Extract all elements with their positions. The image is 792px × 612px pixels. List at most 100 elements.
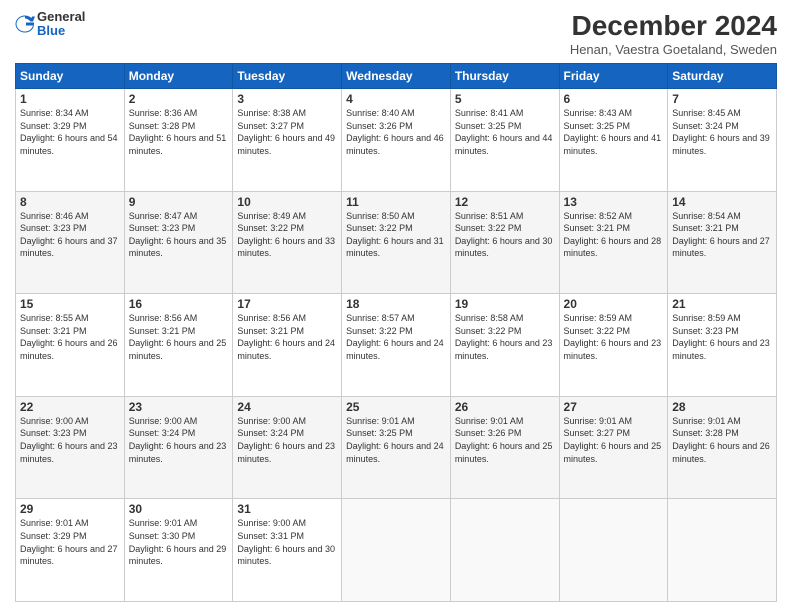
calendar-cell: 8Sunrise: 8:46 AMSunset: 3:23 PMDaylight… [16, 191, 125, 294]
day-info: Sunrise: 8:59 AMSunset: 3:22 PMDaylight:… [564, 312, 664, 362]
day-info: Sunrise: 8:41 AMSunset: 3:25 PMDaylight:… [455, 107, 555, 157]
day-number: 24 [237, 400, 337, 414]
calendar-cell: 31Sunrise: 9:00 AMSunset: 3:31 PMDayligh… [233, 499, 342, 602]
title-area: December 2024 Henan, Vaestra Goetaland, … [570, 10, 777, 57]
day-info: Sunrise: 9:00 AMSunset: 3:24 PMDaylight:… [129, 415, 229, 465]
calendar-cell: 20Sunrise: 8:59 AMSunset: 3:22 PMDayligh… [559, 294, 668, 397]
day-number: 2 [129, 92, 229, 106]
day-info: Sunrise: 8:40 AMSunset: 3:26 PMDaylight:… [346, 107, 446, 157]
calendar-cell: 18Sunrise: 8:57 AMSunset: 3:22 PMDayligh… [342, 294, 451, 397]
calendar-week-row: 29Sunrise: 9:01 AMSunset: 3:29 PMDayligh… [16, 499, 777, 602]
calendar-cell: 3Sunrise: 8:38 AMSunset: 3:27 PMDaylight… [233, 89, 342, 192]
calendar-cell [668, 499, 777, 602]
day-number: 6 [564, 92, 664, 106]
calendar-header-row: SundayMondayTuesdayWednesdayThursdayFrid… [16, 64, 777, 89]
logo: General Blue [15, 10, 85, 39]
day-info: Sunrise: 8:56 AMSunset: 3:21 PMDaylight:… [129, 312, 229, 362]
calendar-cell: 1Sunrise: 8:34 AMSunset: 3:29 PMDaylight… [16, 89, 125, 192]
calendar: SundayMondayTuesdayWednesdayThursdayFrid… [15, 63, 777, 602]
calendar-cell [450, 499, 559, 602]
calendar-cell: 25Sunrise: 9:01 AMSunset: 3:25 PMDayligh… [342, 396, 451, 499]
day-info: Sunrise: 8:47 AMSunset: 3:23 PMDaylight:… [129, 210, 229, 260]
day-number: 12 [455, 195, 555, 209]
day-number: 30 [129, 502, 229, 516]
day-number: 8 [20, 195, 120, 209]
calendar-cell: 17Sunrise: 8:56 AMSunset: 3:21 PMDayligh… [233, 294, 342, 397]
day-number: 21 [672, 297, 772, 311]
day-number: 23 [129, 400, 229, 414]
weekday-header-thursday: Thursday [450, 64, 559, 89]
header: General Blue December 2024 Henan, Vaestr… [15, 10, 777, 57]
calendar-cell: 23Sunrise: 9:00 AMSunset: 3:24 PMDayligh… [124, 396, 233, 499]
weekday-header-friday: Friday [559, 64, 668, 89]
calendar-cell: 5Sunrise: 8:41 AMSunset: 3:25 PMDaylight… [450, 89, 559, 192]
calendar-week-row: 1Sunrise: 8:34 AMSunset: 3:29 PMDaylight… [16, 89, 777, 192]
day-number: 19 [455, 297, 555, 311]
calendar-cell: 4Sunrise: 8:40 AMSunset: 3:26 PMDaylight… [342, 89, 451, 192]
calendar-cell: 29Sunrise: 9:01 AMSunset: 3:29 PMDayligh… [16, 499, 125, 602]
day-info: Sunrise: 8:56 AMSunset: 3:21 PMDaylight:… [237, 312, 337, 362]
day-number: 9 [129, 195, 229, 209]
day-info: Sunrise: 9:01 AMSunset: 3:27 PMDaylight:… [564, 415, 664, 465]
day-info: Sunrise: 8:54 AMSunset: 3:21 PMDaylight:… [672, 210, 772, 260]
calendar-cell: 6Sunrise: 8:43 AMSunset: 3:25 PMDaylight… [559, 89, 668, 192]
calendar-week-row: 8Sunrise: 8:46 AMSunset: 3:23 PMDaylight… [16, 191, 777, 294]
day-number: 11 [346, 195, 446, 209]
weekday-header-saturday: Saturday [668, 64, 777, 89]
day-info: Sunrise: 9:00 AMSunset: 3:31 PMDaylight:… [237, 517, 337, 567]
day-number: 10 [237, 195, 337, 209]
day-info: Sunrise: 8:52 AMSunset: 3:21 PMDaylight:… [564, 210, 664, 260]
calendar-cell: 26Sunrise: 9:01 AMSunset: 3:26 PMDayligh… [450, 396, 559, 499]
day-number: 16 [129, 297, 229, 311]
calendar-cell [559, 499, 668, 602]
day-info: Sunrise: 9:00 AMSunset: 3:23 PMDaylight:… [20, 415, 120, 465]
logo-icon [15, 14, 35, 34]
day-number: 26 [455, 400, 555, 414]
weekday-header-sunday: Sunday [16, 64, 125, 89]
logo-blue-text: Blue [37, 24, 85, 38]
day-info: Sunrise: 9:01 AMSunset: 3:28 PMDaylight:… [672, 415, 772, 465]
calendar-cell: 11Sunrise: 8:50 AMSunset: 3:22 PMDayligh… [342, 191, 451, 294]
calendar-week-row: 15Sunrise: 8:55 AMSunset: 3:21 PMDayligh… [16, 294, 777, 397]
day-info: Sunrise: 9:01 AMSunset: 3:26 PMDaylight:… [455, 415, 555, 465]
day-info: Sunrise: 8:45 AMSunset: 3:24 PMDaylight:… [672, 107, 772, 157]
day-info: Sunrise: 8:34 AMSunset: 3:29 PMDaylight:… [20, 107, 120, 157]
calendar-cell: 19Sunrise: 8:58 AMSunset: 3:22 PMDayligh… [450, 294, 559, 397]
day-info: Sunrise: 8:59 AMSunset: 3:23 PMDaylight:… [672, 312, 772, 362]
day-number: 20 [564, 297, 664, 311]
calendar-cell: 28Sunrise: 9:01 AMSunset: 3:28 PMDayligh… [668, 396, 777, 499]
day-number: 18 [346, 297, 446, 311]
day-info: Sunrise: 8:55 AMSunset: 3:21 PMDaylight:… [20, 312, 120, 362]
calendar-week-row: 22Sunrise: 9:00 AMSunset: 3:23 PMDayligh… [16, 396, 777, 499]
weekday-header-tuesday: Tuesday [233, 64, 342, 89]
page: General Blue December 2024 Henan, Vaestr… [0, 0, 792, 612]
day-number: 1 [20, 92, 120, 106]
day-info: Sunrise: 8:58 AMSunset: 3:22 PMDaylight:… [455, 312, 555, 362]
day-info: Sunrise: 8:36 AMSunset: 3:28 PMDaylight:… [129, 107, 229, 157]
calendar-cell: 7Sunrise: 8:45 AMSunset: 3:24 PMDaylight… [668, 89, 777, 192]
day-info: Sunrise: 9:01 AMSunset: 3:30 PMDaylight:… [129, 517, 229, 567]
calendar-cell: 13Sunrise: 8:52 AMSunset: 3:21 PMDayligh… [559, 191, 668, 294]
day-number: 15 [20, 297, 120, 311]
calendar-cell: 9Sunrise: 8:47 AMSunset: 3:23 PMDaylight… [124, 191, 233, 294]
calendar-cell [342, 499, 451, 602]
calendar-cell: 22Sunrise: 9:00 AMSunset: 3:23 PMDayligh… [16, 396, 125, 499]
day-number: 13 [564, 195, 664, 209]
day-info: Sunrise: 8:49 AMSunset: 3:22 PMDaylight:… [237, 210, 337, 260]
day-info: Sunrise: 9:01 AMSunset: 3:25 PMDaylight:… [346, 415, 446, 465]
day-number: 3 [237, 92, 337, 106]
calendar-cell: 2Sunrise: 8:36 AMSunset: 3:28 PMDaylight… [124, 89, 233, 192]
sub-title: Henan, Vaestra Goetaland, Sweden [570, 42, 777, 57]
day-info: Sunrise: 9:00 AMSunset: 3:24 PMDaylight:… [237, 415, 337, 465]
calendar-cell: 27Sunrise: 9:01 AMSunset: 3:27 PMDayligh… [559, 396, 668, 499]
day-info: Sunrise: 8:50 AMSunset: 3:22 PMDaylight:… [346, 210, 446, 260]
day-number: 14 [672, 195, 772, 209]
weekday-header-monday: Monday [124, 64, 233, 89]
day-number: 4 [346, 92, 446, 106]
day-number: 28 [672, 400, 772, 414]
calendar-cell: 15Sunrise: 8:55 AMSunset: 3:21 PMDayligh… [16, 294, 125, 397]
day-info: Sunrise: 8:38 AMSunset: 3:27 PMDaylight:… [237, 107, 337, 157]
day-number: 29 [20, 502, 120, 516]
calendar-cell: 14Sunrise: 8:54 AMSunset: 3:21 PMDayligh… [668, 191, 777, 294]
day-number: 25 [346, 400, 446, 414]
